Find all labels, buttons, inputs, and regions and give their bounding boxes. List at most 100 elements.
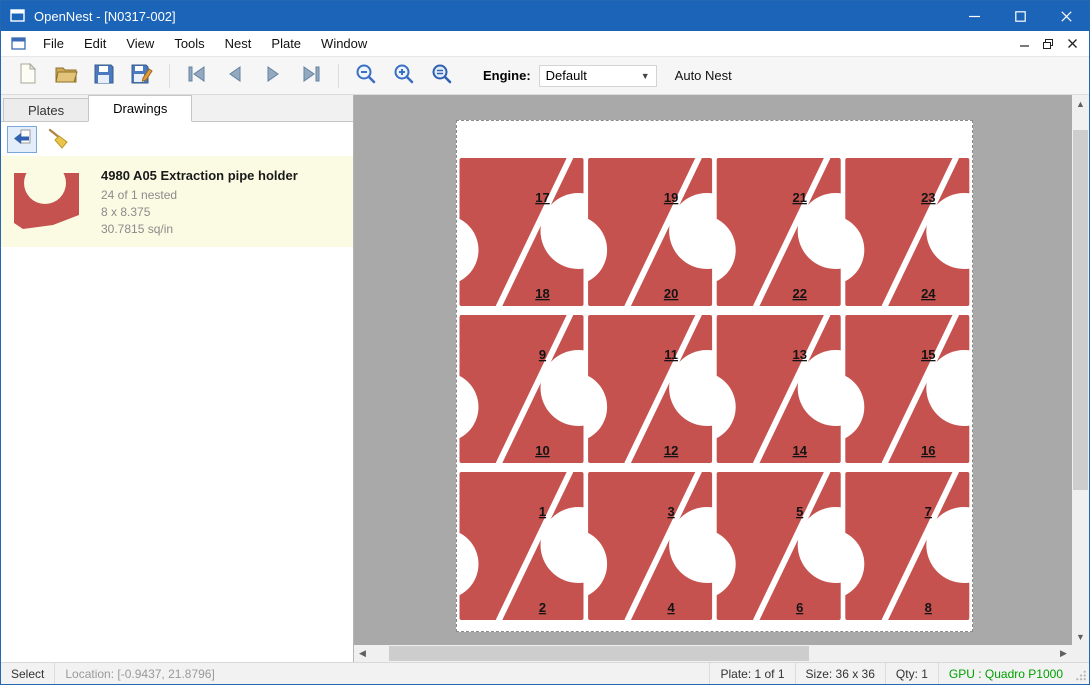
svg-text:5: 5 [796,504,803,519]
save-button[interactable] [86,61,122,91]
menu-item-tools[interactable]: Tools [164,32,214,55]
first-plate-button[interactable] [179,61,215,91]
main-toolbar: Engine: Default ▼ Auto Nest [1,57,1089,95]
window-close-button[interactable] [1043,1,1089,31]
zoom-fit-button[interactable] [424,61,460,91]
document-icon [11,37,27,51]
title-bar: OpenNest - [N0317-002] [1,1,1089,31]
svg-text:14: 14 [792,443,807,458]
chevron-down-icon: ▼ [641,71,650,81]
auto-nest-button[interactable]: Auto Nest [675,68,732,83]
app-window: OpenNest - [N0317-002] File Edit View To… [0,0,1090,685]
nest-canvas[interactable]: 171819202122232491011121314151612345678 … [354,95,1089,662]
scroll-left-icon[interactable]: ◀ [354,645,371,662]
status-location: Location: [-0.9437, 21.8796] [55,663,224,684]
svg-text:11: 11 [664,347,678,362]
tab-plates[interactable]: Plates [3,98,89,121]
svg-text:6: 6 [796,600,803,615]
status-size: Size: 36 x 36 [795,663,885,684]
drawing-title: 4980 A05 Extraction pipe holder [101,167,298,184]
status-mode: Select [1,663,55,684]
send-to-plate-button[interactable] [7,126,37,153]
save-edit-icon [131,64,153,87]
scrollbar-corner [1072,645,1089,662]
menu-item-edit[interactable]: Edit [74,32,116,55]
previous-arrow-icon [224,65,246,86]
status-plate: Plate: 1 of 1 [709,663,794,684]
svg-text:3: 3 [667,504,674,519]
drawing-size: 8 x 8.375 [101,204,298,221]
new-file-icon [18,63,38,88]
window-maximize-button[interactable] [997,1,1043,31]
zoom-out-button[interactable] [348,61,384,91]
svg-text:12: 12 [664,443,678,458]
svg-text:17: 17 [535,190,549,205]
status-bar: Select Location: [-0.9437, 21.8796] Plat… [1,662,1089,684]
window-minimize-button[interactable] [951,1,997,31]
menu-item-file[interactable]: File [33,32,74,55]
menu-item-view[interactable]: View [116,32,164,55]
svg-text:8: 8 [925,600,932,615]
zoom-in-button[interactable] [386,61,422,91]
resize-grip[interactable] [1073,663,1089,684]
left-arrow-page-icon [11,128,33,151]
open-file-button[interactable] [48,61,84,91]
drawings-toolbar [1,122,353,156]
svg-text:13: 13 [792,347,806,362]
svg-text:19: 19 [664,190,678,205]
drawing-nested-count: 24 of 1 nested [101,187,298,204]
app-icon [10,9,26,23]
save-as-button[interactable] [124,61,160,91]
vertical-scroll-thumb[interactable] [1073,130,1088,490]
save-floppy-icon [94,64,114,87]
first-arrow-icon [186,65,208,86]
last-plate-button[interactable] [293,61,329,91]
next-arrow-icon [262,65,284,86]
mdi-restore-button[interactable] [1037,34,1059,54]
toolbar-separator [169,64,170,88]
zoom-in-icon [393,63,415,88]
svg-text:10: 10 [535,443,549,458]
vertical-scrollbar[interactable]: ▲ ▼ [1072,95,1089,645]
next-plate-button[interactable] [255,61,291,91]
svg-text:18: 18 [535,286,549,301]
scroll-up-icon[interactable]: ▲ [1072,95,1089,112]
horizontal-scroll-thumb[interactable] [389,646,809,661]
tab-drawings[interactable]: Drawings [88,95,192,122]
svg-text:9: 9 [539,347,546,362]
last-arrow-icon [300,65,322,86]
clear-nest-button[interactable] [43,126,73,153]
horizontal-scrollbar[interactable]: ◀ ▶ [354,645,1072,662]
nest-drawing[interactable]: 171819202122232491011121314151612345678 [457,121,972,631]
scroll-right-icon[interactable]: ▶ [1055,645,1072,662]
broom-icon [46,127,70,152]
menu-item-plate[interactable]: Plate [261,32,311,55]
svg-text:7: 7 [925,504,932,519]
drawing-area: 30.7815 sq/in [101,221,298,238]
main-area: Plates Drawings [1,95,1089,662]
zoom-out-icon [355,63,377,88]
previous-plate-button[interactable] [217,61,253,91]
svg-text:1: 1 [539,504,546,519]
panel-tabstrip: Plates Drawings [1,95,353,122]
plate-sheet[interactable]: 171819202122232491011121314151612345678 [456,120,973,632]
svg-text:21: 21 [792,190,806,205]
svg-text:2: 2 [539,600,546,615]
svg-text:15: 15 [921,347,935,362]
menu-item-nest[interactable]: Nest [215,32,262,55]
toolbar-separator [338,64,339,88]
engine-label: Engine: [483,68,531,83]
new-file-button[interactable] [10,61,46,91]
drawing-list-item[interactable]: 4980 A05 Extraction pipe holder 24 of 1 … [1,156,353,247]
scroll-down-icon[interactable]: ▼ [1072,628,1089,645]
window-title: OpenNest - [N0317-002] [34,9,176,24]
svg-text:23: 23 [921,190,935,205]
mdi-minimize-button[interactable] [1013,34,1035,54]
mdi-close-button[interactable] [1061,34,1083,54]
drawing-list: 4980 A05 Extraction pipe holder 24 of 1 … [1,156,353,662]
engine-select[interactable]: Default ▼ [539,65,657,87]
svg-text:24: 24 [921,286,936,301]
menu-bar: File Edit View Tools Nest Plate Window [1,31,1089,57]
menu-item-window[interactable]: Window [311,32,377,55]
svg-text:4: 4 [667,600,675,615]
